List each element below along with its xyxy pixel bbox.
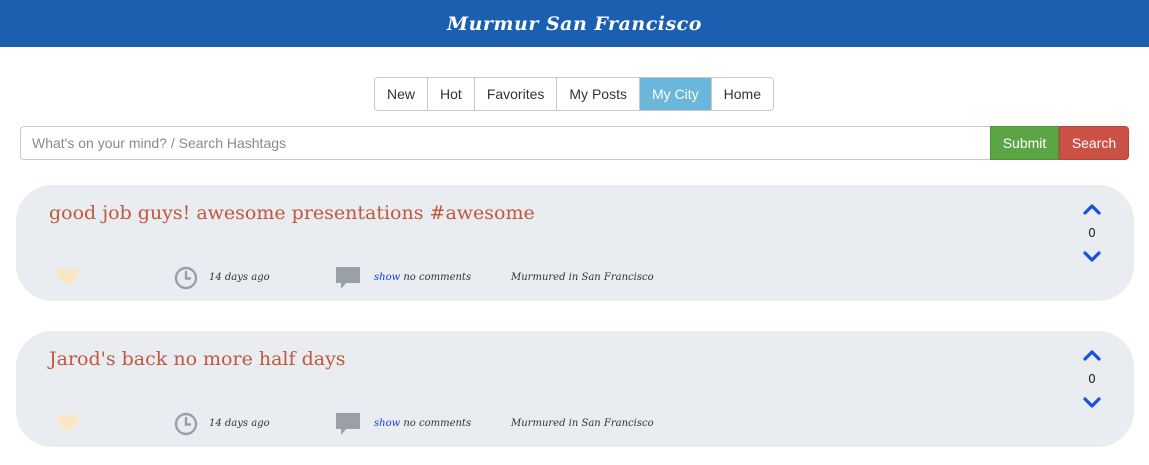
downvote-arrow-icon[interactable]: [1083, 251, 1101, 263]
app-title: Murmur San Francisco: [447, 12, 702, 35]
post-search-bar: Submit Search: [20, 126, 1129, 160]
tab-my-posts[interactable]: My Posts: [557, 78, 640, 110]
post-card: good job guys! awesome presentations #aw…: [16, 185, 1134, 301]
tab-my-city[interactable]: My City: [639, 78, 712, 110]
comment-icon: [336, 267, 360, 289]
post-text: good job guys! awesome presentations #aw…: [49, 202, 535, 224]
heart-icon[interactable]: [56, 267, 80, 287]
clock-icon: [174, 266, 198, 290]
downvote-arrow-icon[interactable]: [1083, 397, 1101, 409]
post-location: Murmured in San Francisco: [511, 272, 654, 283]
tab-hot[interactable]: Hot: [428, 78, 475, 110]
heart-icon[interactable]: [56, 413, 80, 433]
vote-control: 0: [1082, 203, 1102, 263]
search-button[interactable]: Search: [1059, 126, 1129, 160]
upvote-arrow-icon[interactable]: [1083, 349, 1101, 361]
post-text: Jarod's back no more half days: [49, 348, 346, 370]
comments-info: show no comments: [374, 418, 471, 429]
comments-info: show no comments: [374, 272, 471, 283]
vote-count: 0: [1088, 372, 1096, 386]
comment-icon: [336, 413, 360, 435]
nav-tabs: New Hot Favorites My Posts My City Home: [374, 77, 774, 111]
show-comments-link[interactable]: show: [374, 272, 400, 283]
submit-button[interactable]: Submit: [990, 126, 1059, 160]
comments-count-label: no comments: [403, 418, 472, 429]
post-location: Murmured in San Francisco: [511, 418, 654, 429]
upvote-arrow-icon[interactable]: [1083, 203, 1101, 215]
post-card: Jarod's back no more half days 0 14 days…: [16, 331, 1134, 447]
tab-new[interactable]: New: [375, 78, 429, 110]
post-search-input[interactable]: [20, 126, 990, 160]
tab-favorites[interactable]: Favorites: [474, 78, 558, 110]
show-comments-link[interactable]: show: [374, 418, 400, 429]
app-header: Murmur San Francisco: [0, 0, 1149, 47]
vote-control: 0: [1082, 349, 1102, 409]
post-age: 14 days ago: [209, 272, 270, 283]
clock-icon: [174, 412, 198, 436]
vote-count: 0: [1088, 226, 1096, 240]
comments-count-label: no comments: [403, 272, 472, 283]
tab-home[interactable]: Home: [711, 78, 773, 110]
post-age: 14 days ago: [209, 418, 270, 429]
